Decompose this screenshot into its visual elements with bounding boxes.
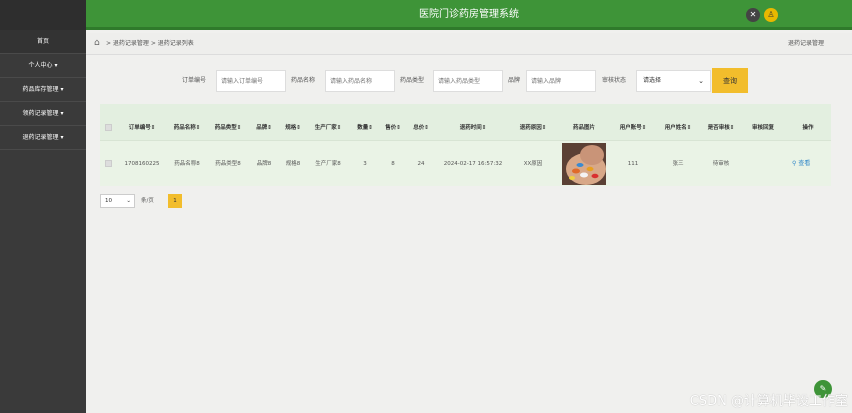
page-size-select[interactable]: 10 ⌄ xyxy=(100,194,135,208)
order-label: 订单编号 xyxy=(182,77,207,84)
page-size-value: 10 xyxy=(105,198,112,204)
col-drug-type[interactable]: 药品类型⇕ xyxy=(208,116,248,140)
col-user-name[interactable]: 用户姓名⇕ xyxy=(658,116,698,140)
view-label: 查看 xyxy=(798,160,811,167)
breadcrumb-path: > 退药记录管理 > 退药记录列表 xyxy=(106,40,194,47)
cell-price: 8 xyxy=(391,161,395,167)
chevron-down-icon: ⌄ xyxy=(698,77,704,85)
col-qty[interactable]: 数量⇕ xyxy=(353,116,377,140)
col-user-account[interactable]: 用户账号⇕ xyxy=(613,116,653,140)
table-header: 订单编号⇕ 药品名称⇕ 药品类型⇕ 品牌⇕ 规格⇕ 生产厂家⇕ 数量⇕ 售价⇕ … xyxy=(100,116,831,140)
cell-brand: 品牌8 xyxy=(256,161,272,167)
status-label: 审核状态 xyxy=(602,77,627,84)
cell-user-account: 111 xyxy=(627,161,639,167)
col-return-reason[interactable]: 退药原因⇕ xyxy=(512,116,554,140)
view-button[interactable]: ⚲ 查看 xyxy=(792,141,810,187)
sidebar-item-profile[interactable]: 个人中心 ▾ xyxy=(0,54,86,78)
name-input[interactable] xyxy=(325,70,395,92)
search-bar: 订单编号 药品名称 药品类型 品牌 审核状态 请选择 ⌄ 查询 xyxy=(86,68,852,93)
type-label: 药品类型 xyxy=(400,77,425,84)
sidebar-item-home[interactable]: 首页 xyxy=(0,30,86,54)
col-order-no[interactable]: 订单编号⇕ xyxy=(122,116,162,140)
home-icon[interactable]: ⌂ xyxy=(94,38,100,49)
col-audit-reply: 审核回复 xyxy=(751,125,774,131)
order-input[interactable] xyxy=(216,70,286,92)
type-input[interactable] xyxy=(433,70,503,92)
cell-drug-name: 药品名称8 xyxy=(174,161,200,167)
breadcrumb: ⌂ > 退药记录管理 > 退药记录列表 退药记录管理 xyxy=(86,33,852,55)
page-size-unit: 条/页 xyxy=(141,198,154,204)
col-price[interactable]: 售价⇕ xyxy=(381,116,405,140)
breadcrumb-current: 退药记录管理 xyxy=(787,40,824,47)
cell-maker: 生产厂家8 xyxy=(315,161,341,167)
query-button[interactable]: 查询 xyxy=(712,68,748,93)
col-maker[interactable]: 生产厂家⇕ xyxy=(308,116,348,140)
user-icon[interactable]: ♙ xyxy=(764,8,778,22)
col-brand[interactable]: 品牌⇕ xyxy=(250,116,278,140)
drug-image[interactable] xyxy=(562,143,606,185)
fullscreen-icon[interactable]: ✕ xyxy=(746,8,760,22)
records-table: 订单编号⇕ 药品名称⇕ 药品类型⇕ 品牌⇕ 规格⇕ 生产厂家⇕ 数量⇕ 售价⇕ … xyxy=(100,104,831,186)
name-label: 药品名称 xyxy=(291,77,316,84)
sidebar-item-dispense[interactable]: 领药记录管理 ▾ xyxy=(0,102,86,126)
search-icon: ⚲ xyxy=(792,160,797,167)
top-header: 医院门诊药房管理系统 ✕ ♙ xyxy=(86,0,852,30)
app-title: 医院门诊药房管理系统 xyxy=(419,9,519,20)
cell-qty: 3 xyxy=(363,161,367,167)
brand-input[interactable] xyxy=(526,70,596,92)
sidebar-item-inventory[interactable]: 药品库存管理 ▾ xyxy=(0,78,86,102)
sidebar: 首页 个人中心 ▾ 药品库存管理 ▾ 领药记录管理 ▾ 退药记录管理 ▾ xyxy=(0,0,86,413)
brand-label: 品牌 xyxy=(508,77,521,84)
table-top-strip xyxy=(100,104,831,116)
col-return-time[interactable]: 退药时间⇕ xyxy=(438,116,508,140)
col-total[interactable]: 总价⇕ xyxy=(409,116,433,140)
status-select-value: 请选择 xyxy=(643,77,662,84)
cell-return-reason: XX原因 xyxy=(523,161,543,167)
cell-return-time: 2024-02-17 16:57:32 xyxy=(443,161,503,167)
chevron-down-icon: ⌄ xyxy=(126,198,131,204)
table-row: 1708160225 药品名称8 药品类型8 品牌8 规格8 生产厂家8 3 8… xyxy=(100,140,831,186)
cell-total: 24 xyxy=(417,161,425,167)
cell-drug-type: 药品类型8 xyxy=(215,161,241,167)
watermark: CSDN @计算机毕设工作室 xyxy=(689,394,848,409)
cell-audit-status: 待审核 xyxy=(712,161,730,167)
cell-user-name: 张三 xyxy=(672,161,684,167)
select-all-checkbox[interactable] xyxy=(105,124,112,131)
sidebar-logo-area xyxy=(0,0,86,30)
status-select[interactable]: 请选择 ⌄ xyxy=(636,70,711,92)
page-number-current[interactable]: 1 xyxy=(168,194,182,208)
col-actions: 操作 xyxy=(802,125,814,131)
sidebar-item-return[interactable]: 退药记录管理 ▾ xyxy=(0,126,86,150)
col-audit-status[interactable]: 是否审核⇕ xyxy=(701,116,741,140)
cell-spec: 规格8 xyxy=(285,161,301,167)
col-drug-name[interactable]: 药品名称⇕ xyxy=(167,116,207,140)
col-drug-image: 药品图片 xyxy=(572,125,595,131)
row-checkbox[interactable] xyxy=(105,160,112,167)
col-spec[interactable]: 规格⇕ xyxy=(279,116,307,140)
cell-order-no: 1708160225 xyxy=(124,161,160,167)
